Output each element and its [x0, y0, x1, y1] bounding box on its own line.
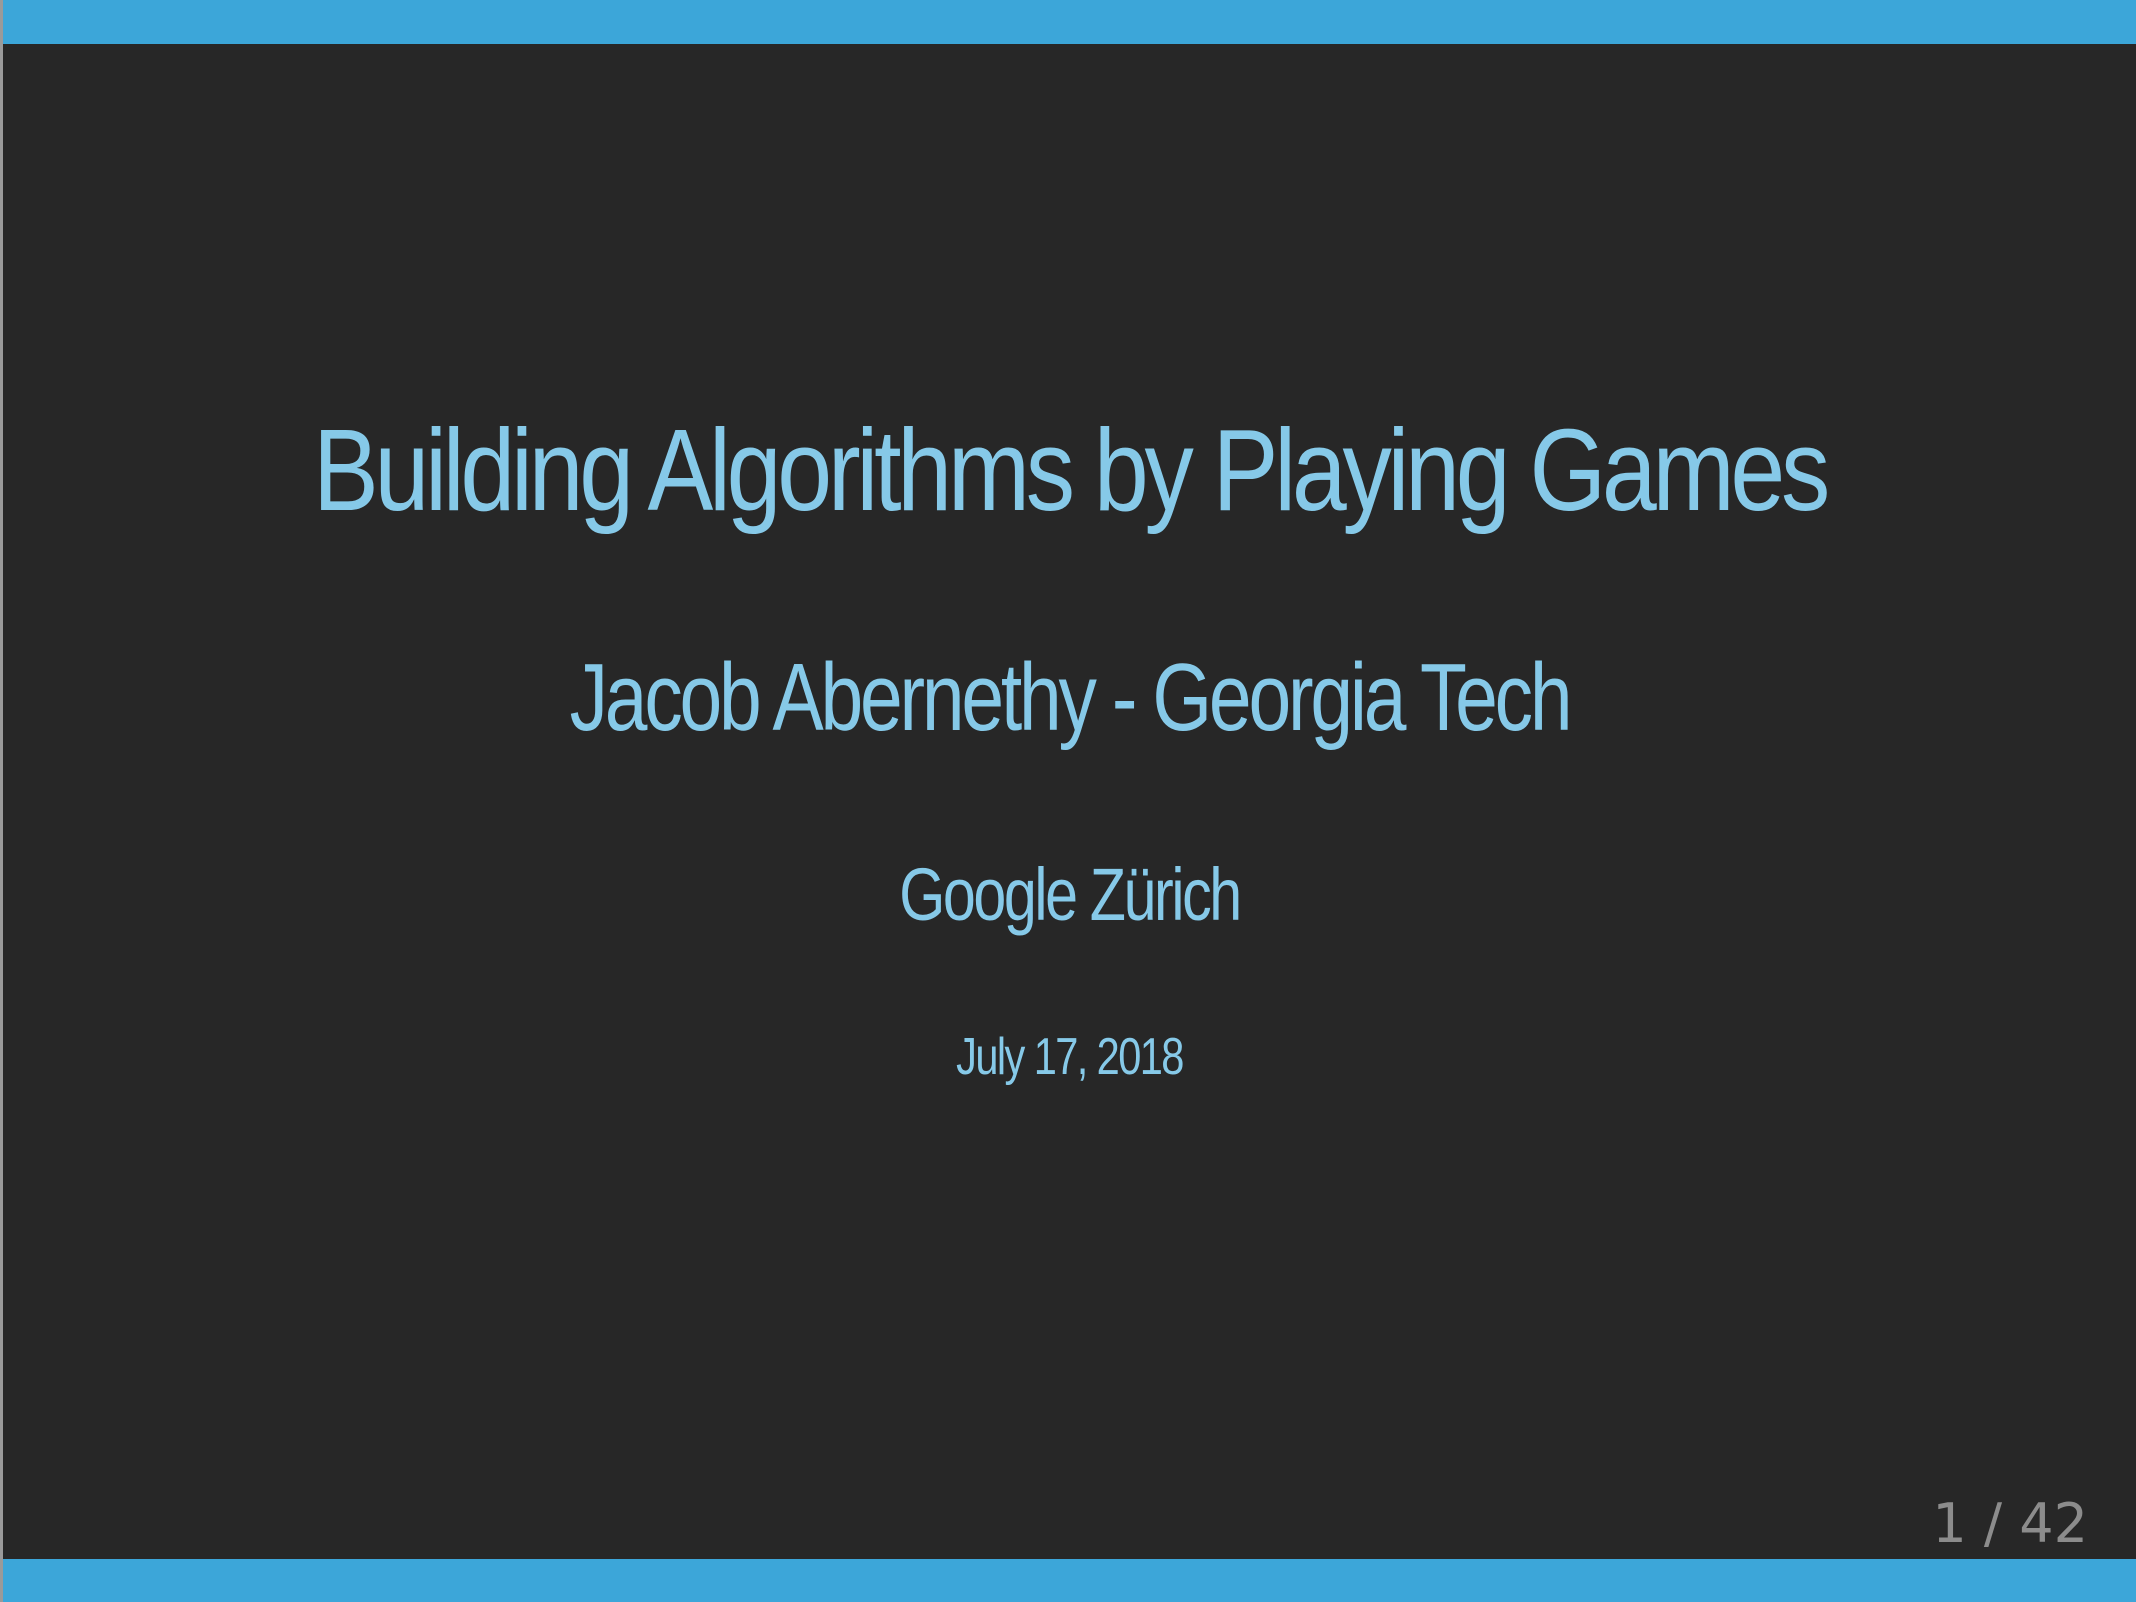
slide-title: Building Algorithms by Playing Games: [312, 405, 1830, 535]
top-accent-bar: [3, 0, 2136, 44]
page-counter: 1 / 42: [1932, 1492, 2088, 1555]
slide-venue: Google Zürich: [899, 853, 1242, 936]
bottom-accent-bar: [3, 1559, 2136, 1602]
slide-date: July 17, 2018: [956, 1028, 1184, 1086]
slide: Building Algorithms by Playing Games Jac…: [0, 0, 2136, 1602]
slide-author: Jacob Abernethy - Georgia Tech: [569, 644, 1573, 751]
